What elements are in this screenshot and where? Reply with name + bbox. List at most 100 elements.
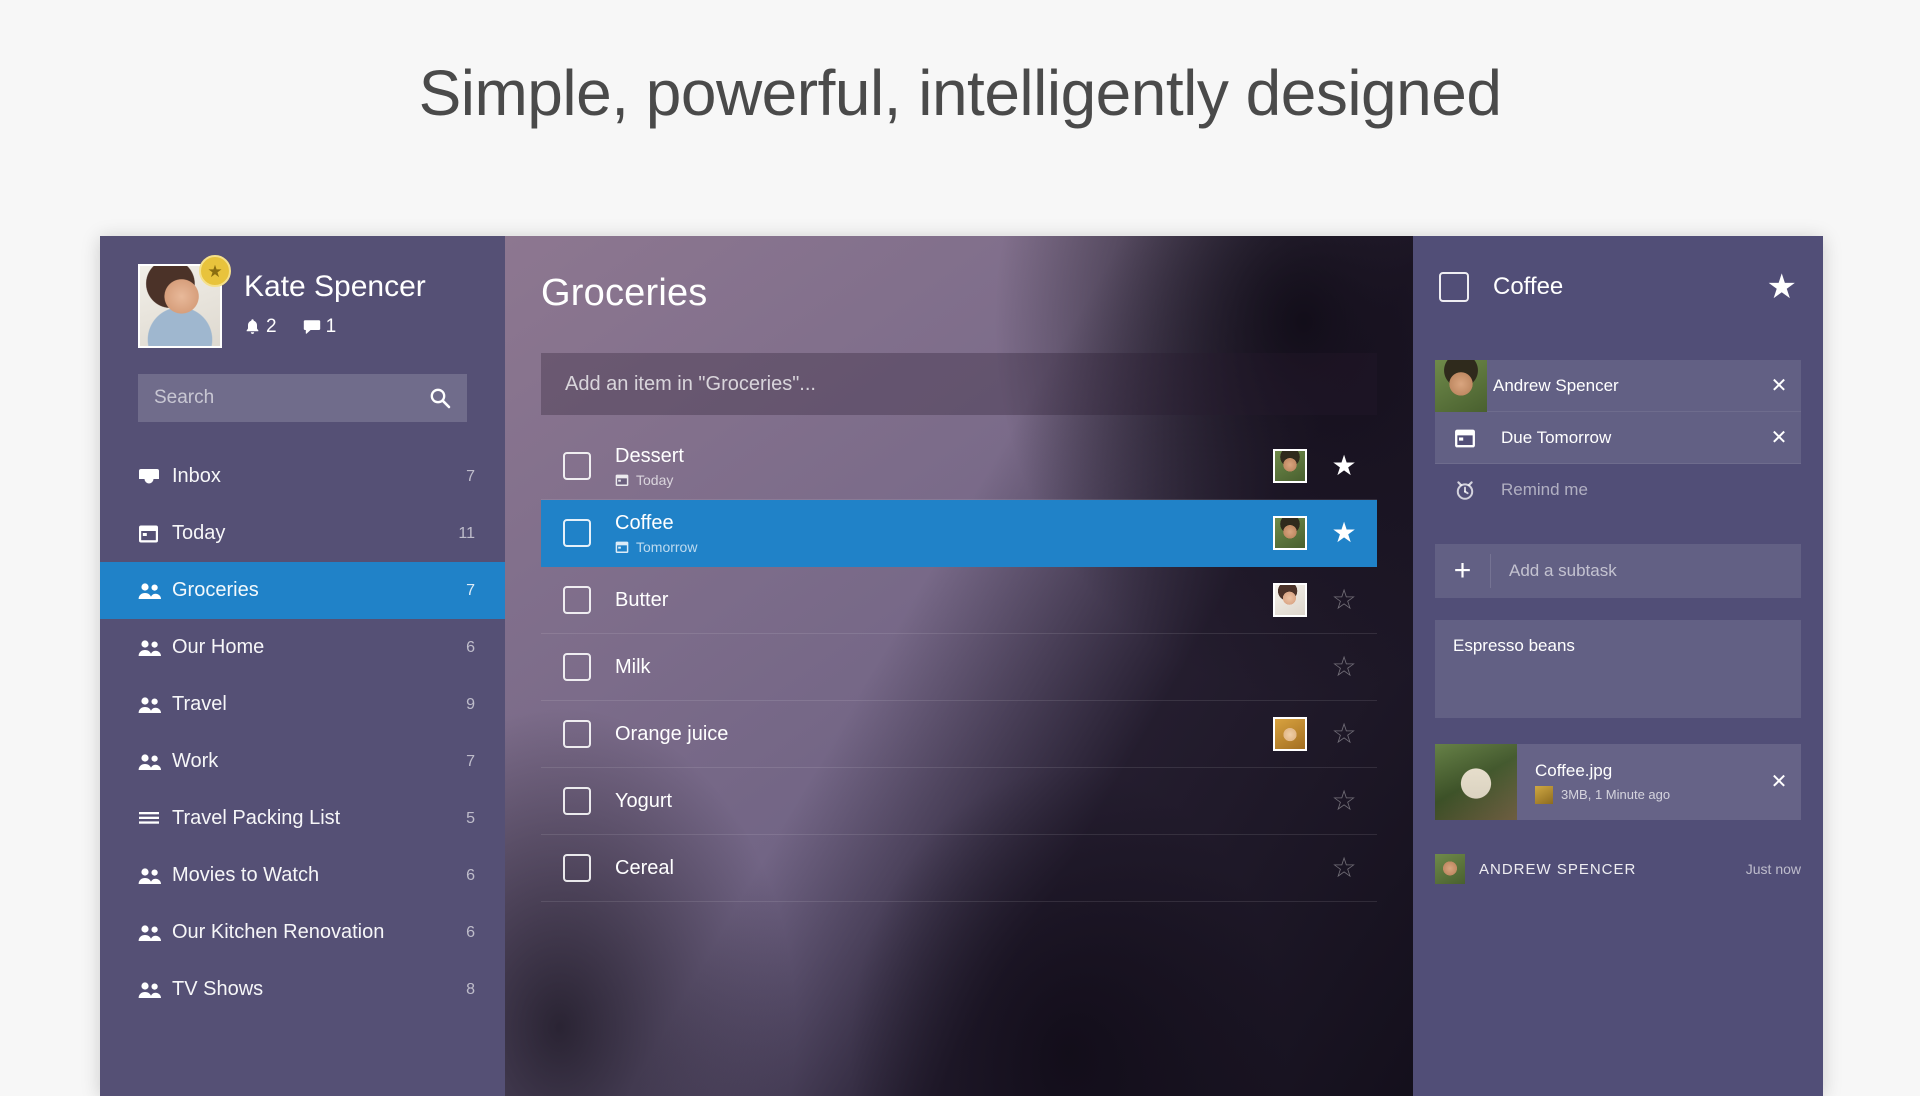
plus-icon[interactable]: + <box>1435 554 1491 588</box>
task-title: Dessert <box>615 444 684 467</box>
search-input[interactable] <box>154 387 429 409</box>
comments-indicator[interactable]: 1 <box>303 316 337 338</box>
add-item-input[interactable] <box>565 372 1353 396</box>
detail-checkbox[interactable] <box>1439 272 1469 302</box>
sidebar-item-work[interactable]: Work 7 <box>100 733 505 790</box>
people-icon <box>138 582 172 600</box>
search-icon[interactable] <box>429 387 451 409</box>
avatar[interactable]: ★ <box>138 255 231 348</box>
close-icon[interactable]: ✕ <box>1757 428 1801 448</box>
bell-icon <box>246 319 259 334</box>
alarm-icon <box>1435 479 1495 501</box>
sidebar-item-label: Inbox <box>172 465 221 487</box>
detail-row-label: Due Tomorrow <box>1501 427 1612 447</box>
star-outline-icon[interactable]: ☆ <box>1329 653 1359 681</box>
add-subtask-input[interactable] <box>1491 561 1801 581</box>
task-row[interactable]: Orange juice ☆ <box>541 701 1377 768</box>
comment-count: 1 <box>325 316 337 337</box>
sidebar-item-movies-to-watch[interactable]: Movies to Watch 6 <box>100 847 505 904</box>
star-filled-icon[interactable]: ★ <box>1329 519 1359 547</box>
sidebar-item-label: TV Shows <box>172 978 264 1000</box>
sidebar-item-count: 5 <box>466 809 475 827</box>
task-checkbox[interactable] <box>563 720 591 748</box>
star-filled-icon[interactable]: ★ <box>1329 452 1359 480</box>
detail-row-assignee[interactable]: Andrew Spencer ✕ <box>1435 359 1801 412</box>
sidebar-item-travel[interactable]: Travel 9 <box>100 676 505 733</box>
sidebar-item-count: 7 <box>466 467 475 485</box>
add-subtask-bar[interactable]: + <box>1435 544 1801 598</box>
sidebar-item-travel-packing-list[interactable]: Travel Packing List 5 <box>100 790 505 847</box>
people-icon <box>138 639 172 657</box>
task-checkbox[interactable] <box>563 653 591 681</box>
star-outline-icon[interactable]: ☆ <box>1329 787 1359 815</box>
attachment-thumbnail[interactable] <box>1435 744 1517 820</box>
add-item-bar[interactable] <box>541 353 1377 415</box>
task-checkbox[interactable] <box>563 519 591 547</box>
task-list-panel: Groceries Dessert Today <box>505 236 1413 1096</box>
star-filled-icon[interactable]: ★ <box>1767 270 1797 304</box>
task-assignee-avatar[interactable] <box>1273 449 1307 483</box>
detail-row-due-date[interactable]: Due Tomorrow ✕ <box>1435 412 1801 464</box>
people-icon <box>138 867 172 885</box>
task-row[interactable]: Milk ☆ <box>541 634 1377 701</box>
star-outline-icon[interactable]: ☆ <box>1329 720 1359 748</box>
task-row[interactable]: Dessert Today ★ <box>541 433 1377 500</box>
detail-title: Coffee <box>1493 273 1564 300</box>
people-icon <box>138 981 172 999</box>
sidebar-item-count: 7 <box>466 581 475 599</box>
sidebar-item-label: Travel <box>172 693 227 715</box>
star-outline-icon[interactable]: ☆ <box>1329 854 1359 882</box>
comment-row[interactable]: ANDREW SPENCER Just now <box>1435 854 1801 884</box>
task-due-label: Today <box>636 471 674 488</box>
calendar-icon <box>1435 427 1495 449</box>
sidebar-item-count: 11 <box>458 524 475 542</box>
sidebar-nav: Inbox 7 Today 11 Groceries 7 Our Home 6 … <box>100 448 505 1018</box>
notification-count: 2 <box>266 316 277 337</box>
attachment-meta: 3MB, 1 Minute ago <box>1561 787 1671 802</box>
star-outline-icon[interactable]: ☆ <box>1329 586 1359 614</box>
sidebar: ★ Kate Spencer 2 1 Search Inbox 7 Today … <box>100 236 505 1096</box>
task-assignee-avatar[interactable] <box>1273 717 1307 751</box>
attachment-row[interactable]: Coffee.jpg 3MB, 1 Minute ago ✕ <box>1435 744 1801 820</box>
sidebar-item-count: 6 <box>466 923 475 941</box>
task-row[interactable]: Cereal ☆ <box>541 835 1377 902</box>
task-title: Butter <box>615 588 669 611</box>
sidebar-item-our-home[interactable]: Our Home 6 <box>100 619 505 676</box>
sidebar-item-our-kitchen-renovation[interactable]: Our Kitchen Renovation 6 <box>100 904 505 961</box>
notifications-indicator[interactable]: 2 <box>244 316 277 338</box>
sidebar-item-label: Groceries <box>172 579 259 601</box>
sidebar-item-label: Our Home <box>172 636 265 658</box>
user-profile[interactable]: ★ Kate Spencer 2 1 <box>100 236 505 348</box>
calendar-icon <box>615 541 629 553</box>
comment-icon <box>303 320 320 334</box>
calendar-icon <box>138 523 172 544</box>
close-icon[interactable]: ✕ <box>1757 376 1801 396</box>
detail-row-reminder[interactable]: Remind me <box>1435 464 1801 516</box>
task-due: Tomorrow <box>615 539 1273 555</box>
task-row[interactable]: Yogurt ☆ <box>541 768 1377 835</box>
comment-author-avatar <box>1435 854 1465 884</box>
assignee-avatar <box>1435 359 1487 412</box>
task-row[interactable]: Coffee Tomorrow ★ <box>541 500 1377 567</box>
sidebar-item-groceries[interactable]: Groceries 7 <box>100 562 505 619</box>
task-checkbox[interactable] <box>563 586 591 614</box>
note-box[interactable]: Espresso beans <box>1435 620 1801 718</box>
task-checkbox[interactable] <box>563 787 591 815</box>
task-detail-panel: Coffee ★ Andrew Spencer ✕ Due Tomorrow ✕ <box>1413 236 1823 1096</box>
sidebar-item-today[interactable]: Today 11 <box>100 505 505 562</box>
task-checkbox[interactable] <box>563 854 591 882</box>
search-box[interactable] <box>138 374 467 422</box>
task-row[interactable]: Butter ☆ <box>541 567 1377 634</box>
sidebar-item-count: 6 <box>466 638 475 656</box>
sidebar-item-tv-shows[interactable]: TV Shows 8 <box>100 961 505 1018</box>
attachment-owner-avatar <box>1535 785 1553 804</box>
sidebar-item-label: Travel Packing List <box>172 807 341 829</box>
people-icon <box>138 753 172 771</box>
close-icon[interactable]: ✕ <box>1757 772 1801 792</box>
sidebar-item-inbox[interactable]: Inbox 7 <box>100 448 505 505</box>
detail-row-label: Remind me <box>1501 480 1588 499</box>
detail-header: Coffee ★ <box>1413 236 1823 304</box>
task-assignee-avatar[interactable] <box>1273 516 1307 550</box>
task-checkbox[interactable] <box>563 452 591 480</box>
task-assignee-avatar[interactable] <box>1273 583 1307 617</box>
